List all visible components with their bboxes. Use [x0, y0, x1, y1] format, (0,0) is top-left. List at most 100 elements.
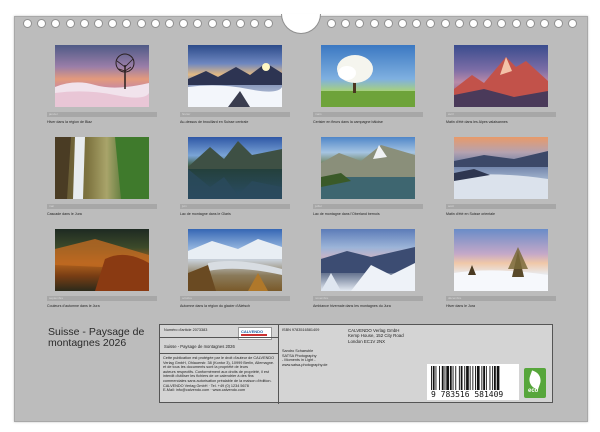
- photo-caption: Hiver dans le Jura: [446, 304, 475, 308]
- photo-tile-2: février Au-dessus de brouillard en Suiss…: [180, 45, 290, 124]
- photo-caption: Lac de montagne dans l'Oberland bernois: [313, 212, 380, 216]
- photo-tile-1: janvier Hiver dans la région de Biaz: [47, 45, 157, 124]
- date-strip: avril: [446, 112, 556, 117]
- date-strip: novembre: [313, 296, 423, 301]
- binding-hole: [426, 19, 436, 28]
- photo-caption: Cascade dans le Jura: [47, 212, 82, 216]
- binding-hole: [165, 19, 174, 28]
- info-panel: Numéro d'article 2073383 CALVENDO Suisse…: [159, 324, 553, 404]
- calvendo-logo: CALVENDO: [238, 327, 272, 340]
- binding-hole: [221, 19, 231, 28]
- binding-hole: [369, 19, 379, 28]
- photo-snowy-tree: [454, 229, 548, 291]
- date-strip: septembre: [47, 296, 157, 301]
- date-strip: mars: [313, 112, 423, 117]
- barcode-number: 9 783516 581409: [431, 390, 504, 399]
- photo-mountain-lake: [188, 137, 282, 199]
- binding-hole: [341, 19, 351, 28]
- date-strip: juin: [180, 204, 290, 209]
- binding-hole: [454, 19, 464, 28]
- photo-aletsch-glacier: [188, 229, 282, 291]
- hanger-cutout: [281, 14, 321, 34]
- photo-caption: Automne dans la région du glacier d'Alet…: [180, 304, 251, 308]
- binding-hole: [122, 19, 132, 28]
- leaf-icon: [526, 370, 544, 390]
- photo-sunrise-fog: [188, 45, 282, 107]
- calendar-back-cover: janvier Hiver dans la région de Biaz fév…: [14, 14, 588, 422]
- binding-hole: [65, 19, 75, 28]
- binding-hole: [497, 19, 507, 28]
- isbn-barcode: 9 783516 581409: [427, 364, 519, 400]
- photo-bernese-lake: [321, 137, 415, 199]
- binding-hole: [469, 19, 478, 28]
- photo-caption: Lac de montagne dans le Glaris: [180, 212, 231, 216]
- binding-hole: [136, 19, 146, 28]
- date-strip: février: [180, 112, 290, 117]
- photo-autumn-jura: [55, 229, 149, 291]
- binding-hole: [398, 19, 407, 28]
- binding-hole: [193, 19, 203, 28]
- binding-hole: [440, 19, 450, 28]
- photographer-credit: Sandro Schaeuble SATSA Photography - Mom…: [282, 349, 328, 367]
- binding-hole: [540, 19, 549, 28]
- photo-waterfall: [55, 137, 149, 199]
- back-cover-info: Suisse - Paysage de montagnes 2026 Numér…: [15, 321, 587, 421]
- photo-caption: Matin d'été en Suisse orientale: [446, 212, 496, 216]
- barcode-bars: [431, 366, 500, 390]
- photo-tile-8: août Matin d'été en Suisse orientale: [446, 137, 556, 216]
- date-strip: mai: [47, 204, 157, 209]
- date-strip: janvier: [47, 112, 157, 117]
- photo-cherry-tree: [321, 45, 415, 107]
- photo-alpine-glow: [454, 45, 548, 107]
- photo-winter-tree: [55, 45, 149, 107]
- photo-caption: Matin d'été dans les Alpes valaisannes: [446, 120, 508, 124]
- date-strip: décembre: [446, 296, 556, 301]
- binding-hole: [179, 19, 189, 28]
- date-strip: août: [446, 204, 556, 209]
- article-number: Numéro d'article 2073383: [164, 328, 208, 332]
- photo-caption: Au-dessus de brouillard en Suisse centra…: [180, 120, 249, 124]
- binding-hole: [23, 19, 32, 28]
- photo-tile-6: juin Lac de montagne dans le Glaris: [180, 137, 290, 216]
- binding-hole: [264, 19, 274, 28]
- binding-hole: [236, 19, 245, 28]
- binding-hole: [51, 19, 61, 28]
- photo-winter-mountains: [321, 229, 415, 291]
- photo-tile-12: décembre Hiver dans le Jura: [446, 229, 556, 308]
- binding-hole: [355, 19, 365, 28]
- binding-hole: [79, 19, 89, 28]
- panel-subtitle: Suisse - Paysage de montagnes 2026: [164, 344, 235, 349]
- eco-badge: eco: [524, 368, 546, 398]
- binding-hole: [250, 19, 260, 28]
- binding-hole: [525, 19, 535, 28]
- photo-tile-7: juillet Lac de montagne dans l'Oberland …: [313, 137, 423, 216]
- binding-hole: [412, 19, 422, 28]
- photo-tile-4: avril Matin d'été dans les Alpes valaisa…: [446, 45, 556, 124]
- binding-hole: [94, 19, 103, 28]
- photo-tile-5: mai Cascade dans le Jura: [47, 137, 157, 216]
- photo-tile-11: novembre Ambiance hivernale dans les mon…: [313, 229, 423, 308]
- legal-text: Cette publication est protégée par le dr…: [163, 356, 275, 393]
- binding-hole: [37, 19, 47, 28]
- binding-hole: [568, 19, 578, 28]
- photo-caption: Ambiance hivernale dans les montagnes du…: [313, 304, 391, 308]
- photo-tile-9: septembre Couleurs d'automne dans le Jur…: [47, 229, 157, 308]
- isbn-text: ISBN 9783516581409: [282, 328, 320, 332]
- date-strip: juillet: [313, 204, 423, 209]
- binding-hole: [483, 19, 493, 28]
- photo-tile-10: octobre Automne dans la région du glacie…: [180, 229, 290, 308]
- photo-tile-3: mars Cerisier en fleurs dans la campagne…: [313, 45, 423, 124]
- photo-caption: Hiver dans la région de Biaz: [47, 120, 92, 124]
- binding-hole: [511, 19, 521, 28]
- date-strip: octobre: [180, 296, 290, 301]
- photo-caption: Cerisier en fleurs dans la campagne bâlo…: [313, 120, 383, 124]
- binding-hole: [108, 19, 118, 28]
- binding-hole: [383, 19, 393, 28]
- calendar-title: Suisse - Paysage de montagnes 2026: [48, 326, 145, 349]
- binding-hole: [327, 19, 336, 28]
- binding-hole: [554, 19, 564, 28]
- publisher-address: CALVENDO Verlag GmbH Kemp House, 152 Cit…: [348, 328, 404, 344]
- photo-caption: Couleurs d'automne dans le Jura: [47, 304, 100, 308]
- photo-misty-morning: [454, 137, 548, 199]
- binding-hole: [150, 19, 160, 28]
